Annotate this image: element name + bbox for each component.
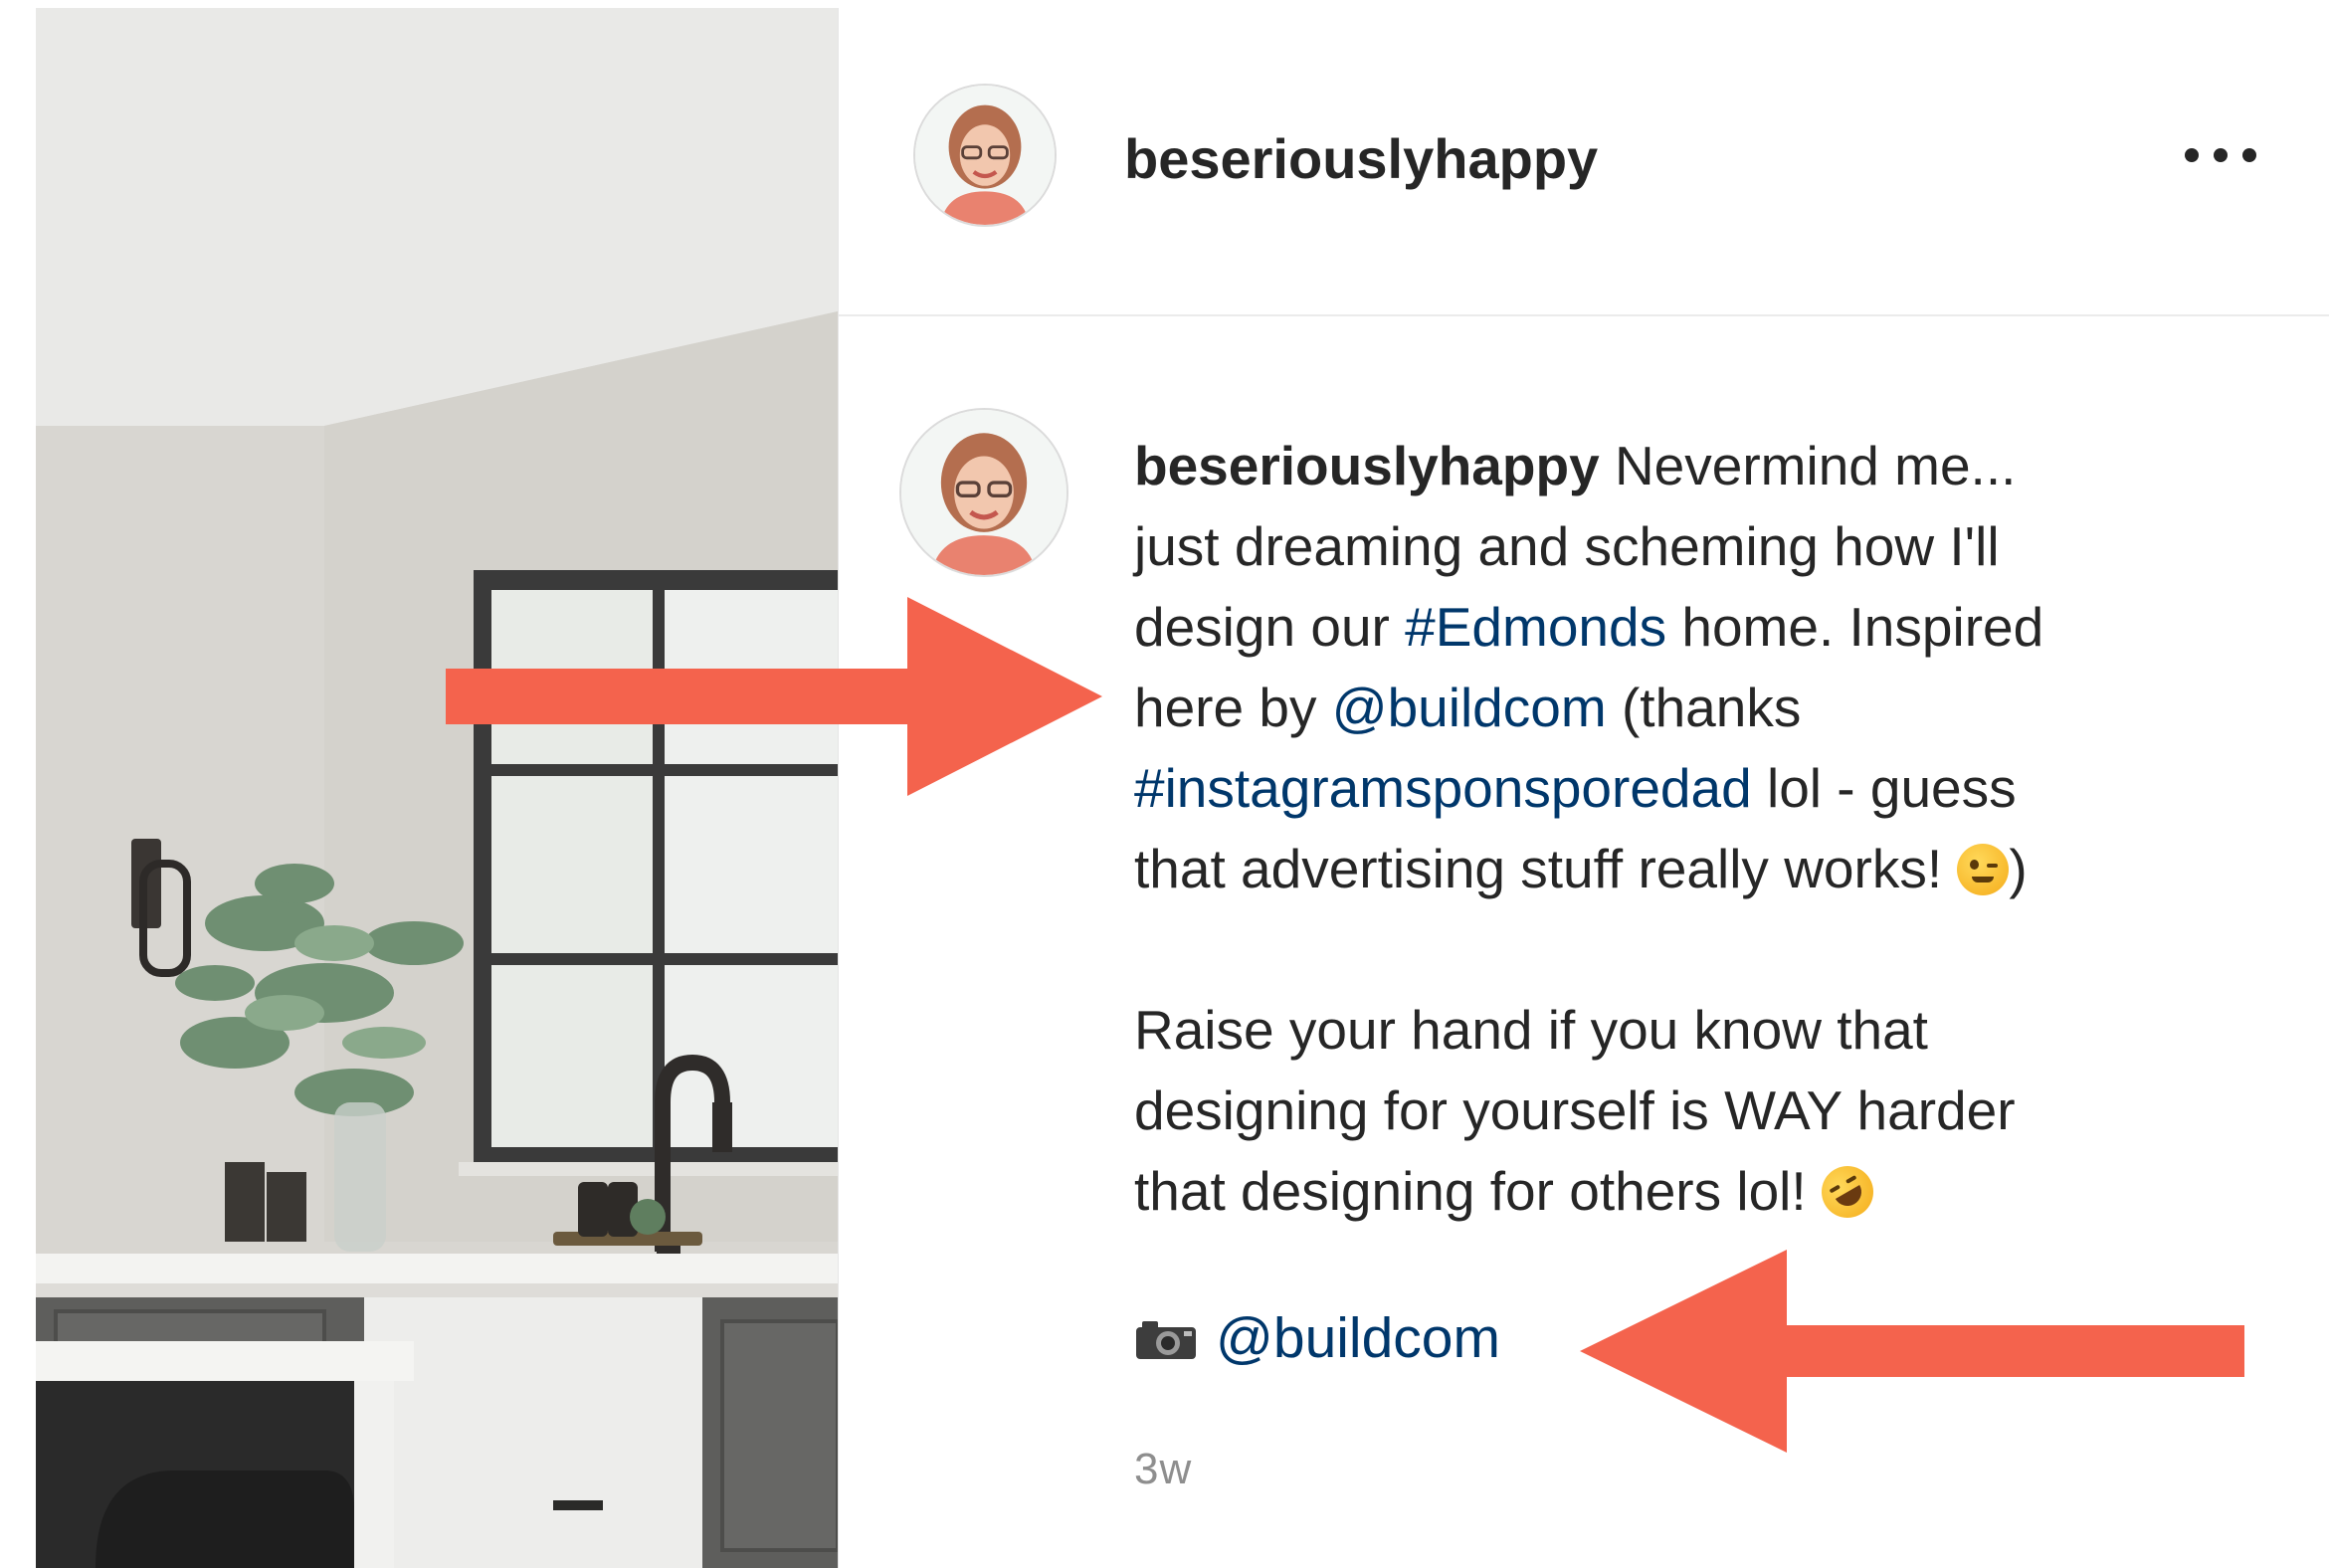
post-photo[interactable] [36,8,838,1568]
more-options-icon-dot [2242,148,2256,162]
avatar-portrait-icon [915,86,1055,225]
mention-buildcom[interactable]: @buildcom [1332,677,1607,738]
rolling-on-floor-laughing-emoji-icon [1812,1156,1883,1228]
caption-paragraph-2: Raise your hand if you know that designi… [1134,990,2288,1232]
more-options-button[interactable] [2185,139,2256,171]
panel-divider-vertical [838,8,839,1568]
header-username[interactable]: beseriouslyhappy [1124,127,1598,191]
camera-icon [1134,1307,1198,1377]
avatar-portrait-icon [901,410,1067,575]
header-divider [839,314,2329,316]
winking-face-emoji-icon [1957,844,2010,895]
more-options-icon [2185,148,2199,162]
caption-text: ) [2009,838,2028,899]
credit-mention-buildcom[interactable]: @buildcom [1216,1306,1500,1370]
post-timestamp[interactable]: 3w [1134,1445,1192,1494]
more-options-icon-dot [2214,148,2228,162]
caption-text: Raise your hand if you know that designi… [1134,999,2016,1222]
left-pointing-arrow-icon [1580,1250,2244,1453]
hashtag-edmonds[interactable]: #Edmonds [1405,596,1666,658]
hashtag-instagramsponsporedad[interactable]: #instagramsponsporedad [1134,757,1752,819]
header-avatar[interactable] [913,84,1057,227]
kitchen-photo-illustration [36,8,838,1568]
caption-text: (thanks [1621,677,1802,738]
caption-username[interactable]: beseriouslyhappy [1134,435,1600,496]
caption-paragraph-1: beseriouslyhappy Nevermind me... just dr… [1134,426,2288,909]
post-caption: beseriouslyhappy Nevermind me... just dr… [1134,426,2288,1232]
caption-avatar[interactable] [899,408,1068,577]
photo-credit: @buildcom [1134,1303,1500,1377]
